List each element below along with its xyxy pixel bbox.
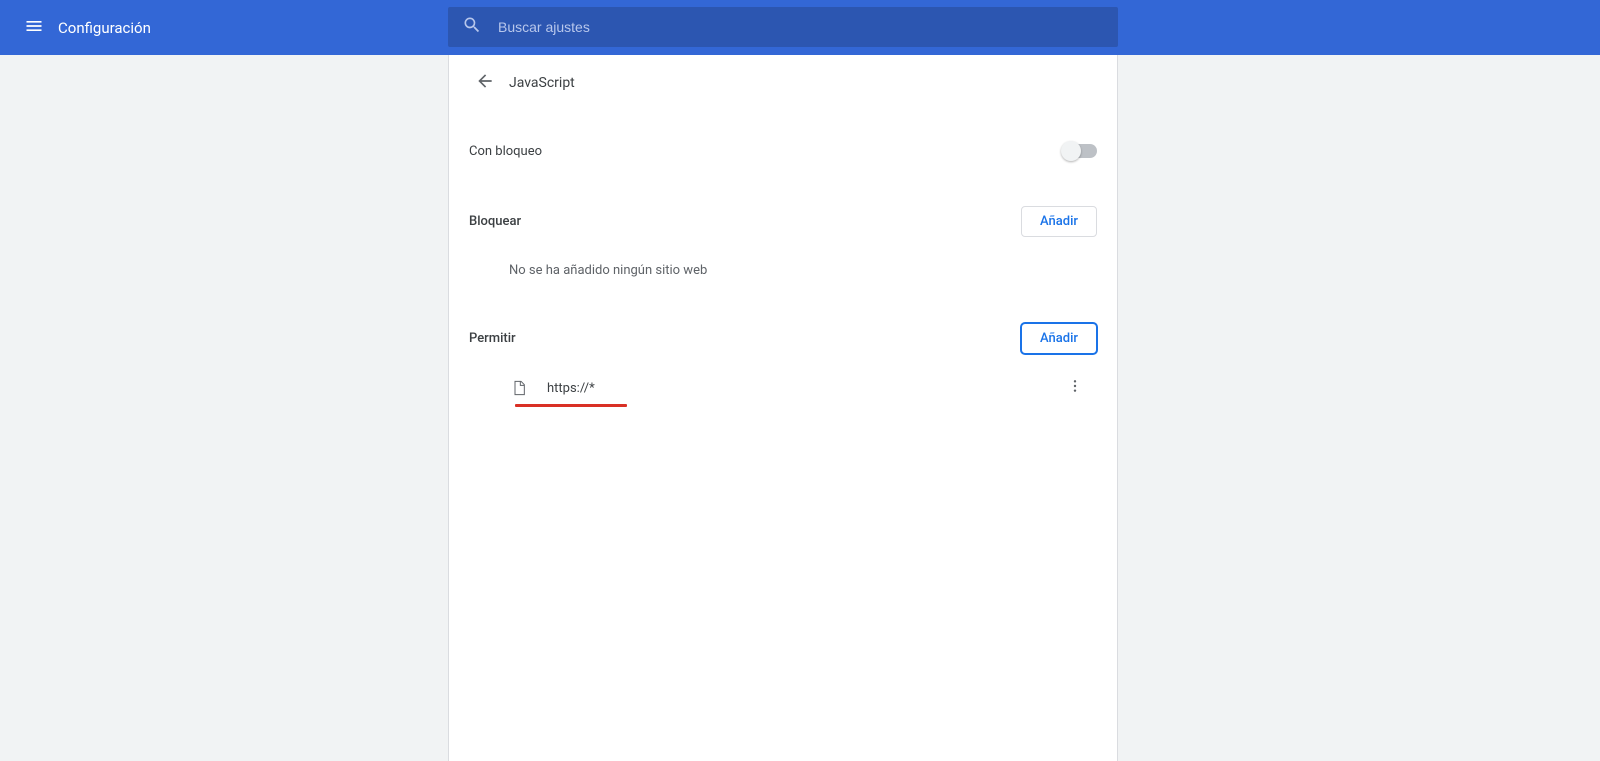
more-vert-icon: [1067, 378, 1083, 398]
blocked-toggle-label: Con bloqueo: [469, 144, 542, 159]
search-input[interactable]: [496, 18, 1104, 36]
allow-site-row[interactable]: https://*: [469, 364, 1097, 412]
search-bar[interactable]: [448, 7, 1118, 47]
block-section-title: Bloquear: [469, 214, 521, 229]
arrow-left-icon: [475, 71, 495, 95]
blocked-toggle[interactable]: [1063, 144, 1097, 158]
main-menu-button[interactable]: [10, 4, 58, 52]
page-title: JavaScript: [509, 75, 575, 91]
back-button[interactable]: [469, 67, 501, 99]
toggle-thumb-icon: [1061, 141, 1081, 161]
allow-section-title: Permitir: [469, 331, 516, 346]
block-add-button[interactable]: Añadir: [1021, 206, 1097, 237]
allow-site-menu-button[interactable]: [1059, 372, 1091, 404]
app-header: Configuración: [0, 0, 1600, 55]
blocked-toggle-row: Con bloqueo: [469, 119, 1097, 183]
block-empty-message: No se ha añadido ningún sitio web: [469, 247, 1097, 294]
allow-section-header: Permitir Añadir: [469, 312, 1097, 364]
allow-site-url: https://*: [547, 381, 595, 396]
red-underline-annotation: [515, 404, 627, 407]
menu-icon: [24, 16, 44, 40]
app-title: Configuración: [58, 19, 151, 37]
file-icon: [509, 378, 529, 398]
allow-add-button[interactable]: Añadir: [1021, 323, 1097, 354]
block-section-header: Bloquear Añadir: [469, 195, 1097, 247]
page-title-row: JavaScript: [449, 55, 1117, 111]
search-icon: [462, 15, 482, 39]
settings-panel: JavaScript Con bloqueo Bloquear Añadir N…: [448, 55, 1118, 761]
